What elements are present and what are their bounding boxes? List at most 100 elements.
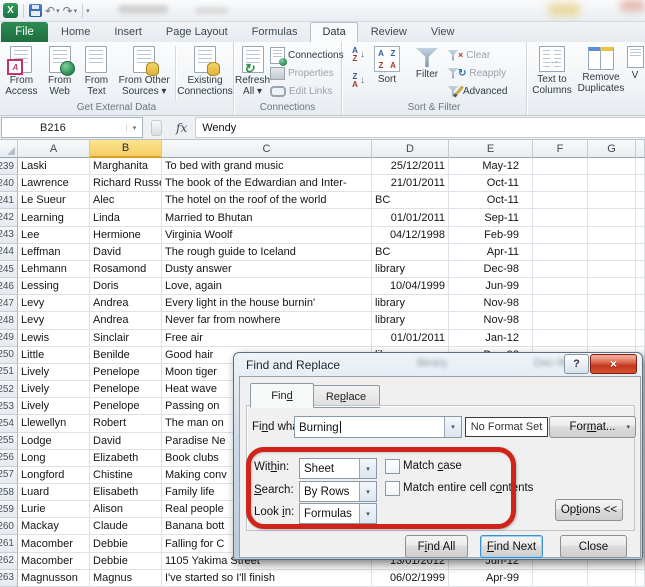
advanced-filter-button[interactable]: Advanced <box>447 83 521 99</box>
column-header-E[interactable]: E <box>449 140 533 158</box>
cell[interactable]: David <box>90 432 162 450</box>
from-access-button[interactable]: A From Access <box>1 44 42 102</box>
tab-formulas[interactable]: Formulas <box>241 23 309 42</box>
cell[interactable] <box>533 260 588 279</box>
tab-home[interactable]: Home <box>50 23 101 42</box>
row-header[interactable]: 244 <box>0 243 18 261</box>
cell[interactable]: Chistine <box>90 466 162 484</box>
cell[interactable]: I've started so I'll finish <box>162 569 372 587</box>
row-header[interactable]: 251 <box>0 363 18 382</box>
cell[interactable]: Jun-99 <box>449 278 533 296</box>
from-other-sources-button[interactable]: From Other Sources ▾ <box>115 44 173 102</box>
look-in-select[interactable]: Formulas ▾ <box>299 503 377 524</box>
cell[interactable] <box>636 192 645 210</box>
cell[interactable]: BC <box>372 243 449 261</box>
cell[interactable]: Elizabeth <box>90 449 162 467</box>
search-select[interactable]: By Rows ▾ <box>299 481 377 502</box>
cell[interactable] <box>588 192 636 210</box>
redo-icon[interactable]: ↷ <box>63 5 73 17</box>
cell[interactable]: Hermione <box>90 226 162 244</box>
cell[interactable]: 10/04/1999 <box>372 278 449 296</box>
cell[interactable]: Doris <box>90 278 162 296</box>
cell[interactable]: Mackay <box>18 518 90 536</box>
row-header[interactable]: 259 <box>0 501 18 519</box>
properties-button[interactable]: Properties <box>270 65 344 81</box>
cell[interactable]: Debbie <box>90 535 162 553</box>
reapply-button[interactable]: ↻ Reapply <box>447 65 521 81</box>
cell[interactable] <box>588 260 636 279</box>
cell[interactable]: Apr-11 <box>449 243 533 261</box>
undo-icon[interactable]: ↶ <box>45 5 55 17</box>
cell[interactable]: Andrea <box>90 312 162 330</box>
close-button[interactable]: Close <box>560 535 627 558</box>
cell[interactable]: 04/12/1998 <box>372 226 449 244</box>
cell[interactable]: Levy <box>18 295 90 313</box>
cell[interactable] <box>636 278 645 296</box>
cell[interactable] <box>588 569 636 587</box>
cell[interactable] <box>588 243 636 261</box>
cell[interactable]: Oct-11 <box>449 192 533 210</box>
cell[interactable]: Married to Bhutan <box>162 209 372 227</box>
cell[interactable]: 21/01/2011 <box>372 175 449 193</box>
help-button[interactable]: ? <box>564 354 589 374</box>
cell[interactable]: Robert <box>90 415 162 433</box>
edit-links-button[interactable]: Edit Links <box>270 83 344 99</box>
cell[interactable]: Macomber <box>18 552 90 570</box>
find-what-input[interactable]: Burning ▾ <box>294 416 462 438</box>
cell[interactable] <box>636 329 645 347</box>
row-header[interactable]: 246 <box>0 278 18 296</box>
name-box[interactable]: B216 ▾ <box>1 117 143 138</box>
match-case-label[interactable]: Match case <box>403 460 462 472</box>
select-all-corner[interactable] <box>0 140 18 158</box>
cell[interactable]: Lively <box>18 363 90 382</box>
dialog-title[interactable]: Find and Replace <box>246 358 340 372</box>
tab-page-layout[interactable]: Page Layout <box>155 23 239 42</box>
cell[interactable]: Penelope <box>90 398 162 416</box>
cell[interactable]: Longford <box>18 466 90 484</box>
filter-button[interactable]: Filter <box>407 44 447 102</box>
formula-input[interactable]: Wendy <box>195 117 645 138</box>
cell[interactable] <box>533 209 588 227</box>
tab-file[interactable]: File <box>1 22 48 42</box>
cell[interactable]: Le Sueur <box>18 192 90 210</box>
cell[interactable]: Apr-99 <box>449 569 533 587</box>
sort-descending-icon[interactable]: ZA ↓ <box>346 73 365 97</box>
row-header[interactable]: 239 <box>0 158 18 176</box>
cell[interactable]: Magnus <box>90 569 162 587</box>
cell[interactable]: Claude <box>90 518 162 536</box>
row-header[interactable]: 263 <box>0 569 18 587</box>
cell[interactable]: Lurie <box>18 501 90 519</box>
cell[interactable] <box>533 278 588 296</box>
column-header-B[interactable]: B <box>90 140 162 158</box>
cell[interactable]: Learning <box>18 209 90 227</box>
cell[interactable]: Laski <box>18 158 90 176</box>
row-header[interactable]: 247 <box>0 295 18 313</box>
cell[interactable]: library <box>372 295 449 313</box>
text-to-columns-button[interactable]: → Text to Columns <box>528 44 576 102</box>
cell[interactable]: 06/02/1999 <box>372 569 449 587</box>
tab-review[interactable]: Review <box>360 23 418 42</box>
cell[interactable]: Dec-98 <box>449 260 533 279</box>
cell[interactable]: Levy <box>18 312 90 330</box>
cell[interactable] <box>533 243 588 261</box>
cell[interactable] <box>533 192 588 210</box>
cell[interactable]: library <box>372 312 449 330</box>
name-box-dropdown-icon[interactable]: ▾ <box>126 123 142 132</box>
cell[interactable]: Debbie <box>90 552 162 570</box>
column-header-G[interactable]: G <box>588 140 636 158</box>
cell[interactable]: Sinclair <box>90 329 162 347</box>
cell[interactable]: David <box>90 243 162 261</box>
row-header[interactable]: 257 <box>0 466 18 484</box>
existing-connections-button[interactable]: Existing Connections <box>177 44 233 102</box>
save-icon[interactable] <box>29 4 42 17</box>
refresh-all-button[interactable]: ↻ Refresh All ▾ <box>235 44 270 102</box>
row-header[interactable]: 256 <box>0 449 18 467</box>
cell[interactable] <box>588 295 636 313</box>
cell[interactable] <box>533 295 588 313</box>
column-header-A[interactable]: A <box>18 140 90 158</box>
within-dropdown-icon[interactable]: ▾ <box>359 459 376 478</box>
cell[interactable] <box>588 158 636 176</box>
cell[interactable] <box>588 209 636 227</box>
row-header[interactable]: 249 <box>0 329 18 347</box>
cell[interactable]: Oct-11 <box>449 175 533 193</box>
